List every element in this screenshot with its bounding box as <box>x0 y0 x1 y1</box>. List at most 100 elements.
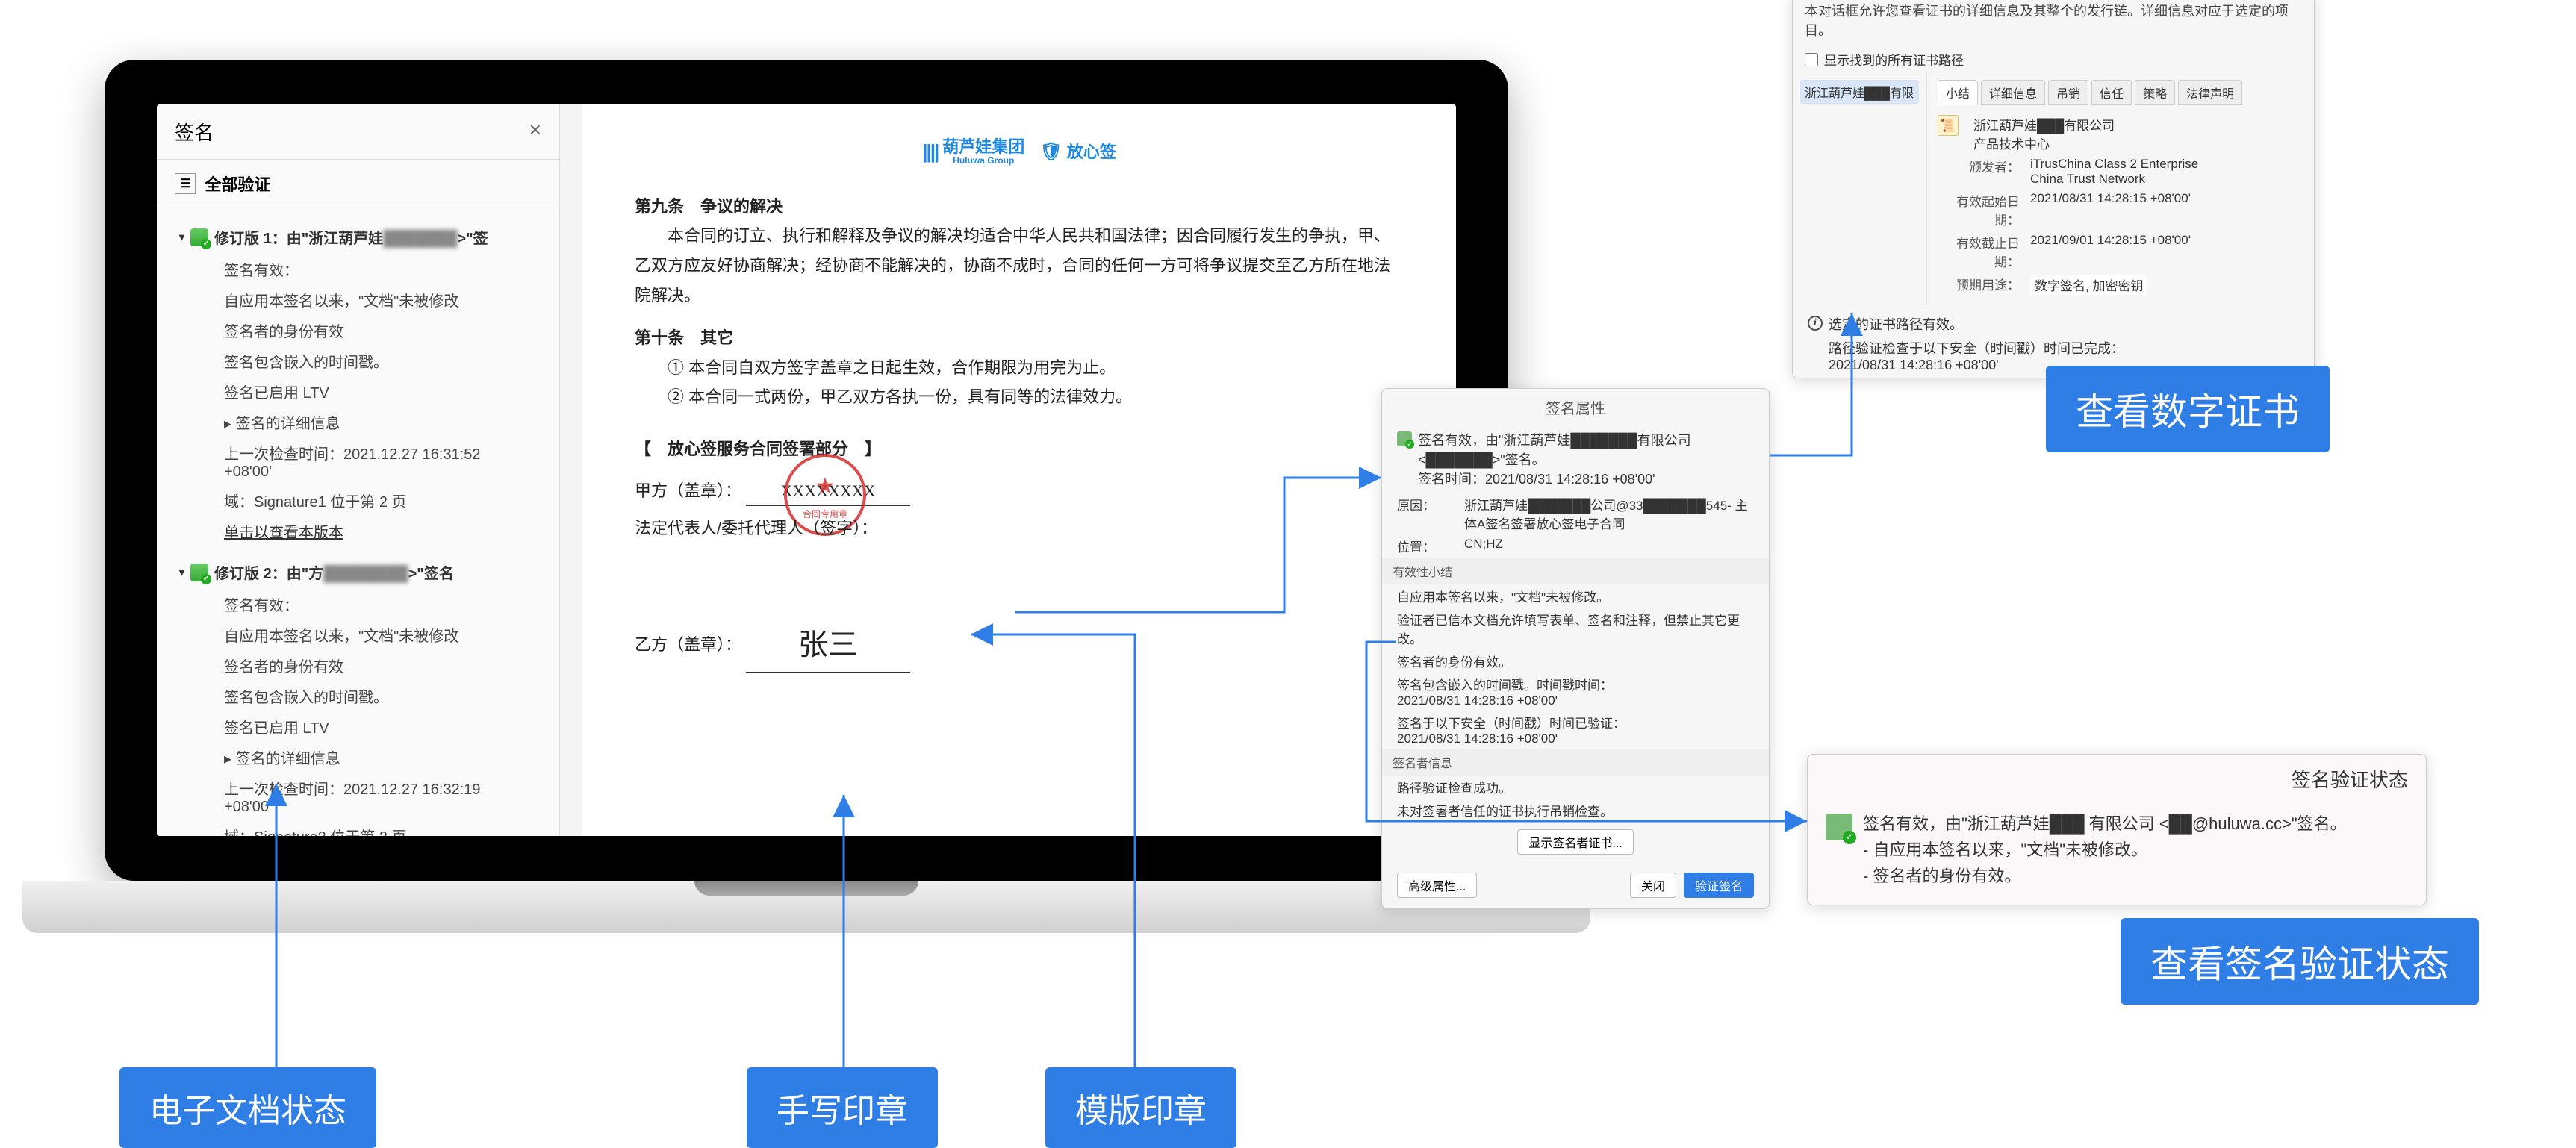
rev1-line: 上一次检查时间：2021.12.27 16:31:52 +08'00' <box>179 437 537 485</box>
rev2-line: 自应用本签名以来，"文档"未被修改 <box>179 620 537 650</box>
list-icon[interactable]: ☰ <box>175 173 196 194</box>
certificate-icon: 📜 <box>1938 115 1959 136</box>
validity-line: 签名者的身份有效。 <box>1382 649 1769 673</box>
cert-dialog-desc: 本对话框允许您查看证书的详细信息及其整个的发行链。详细信息对应于选定的项目。 <box>1793 0 2314 47</box>
rev2-line: 上一次检查时间：2021.12.27 16:32:19 +08'00' <box>179 773 537 820</box>
validity-line: 签名于以下安全（时间戳）时间已验证：2021/08/31 14:28:16 +0… <box>1382 711 1769 749</box>
logo-bars-icon <box>922 134 938 169</box>
document-area: 葫芦娃集团 Huluwa Group 放心签 第九条 争议的解决 本合同的订立、… <box>560 104 1456 836</box>
chevron-down-icon: ▾ <box>179 566 184 578</box>
rev1-view-version-link[interactable]: 单击以查看本版本 <box>179 516 537 546</box>
fangxinqian-logo: 放心签 <box>1039 136 1116 168</box>
rev1-line: 域：Signature1 位于第 2 页 <box>179 485 537 516</box>
panel-body[interactable]: ▾ 修订版 1：由"浙江葫芦娃███████>"签 签名有效： 自应用本签名以来… <box>157 208 559 836</box>
tab-detail[interactable]: 详细信息 <box>1981 80 2045 105</box>
status-title: 签名验证状态 <box>1808 755 2426 803</box>
tab-summary[interactable]: 小结 <box>1938 80 1978 105</box>
label-hand-seal: 手写印章 <box>747 1067 938 1148</box>
sig-props-reason: 原因：浙江葫芦娃███████公司@33███████545- 主体A签名签署放… <box>1382 493 1769 534</box>
signature-status-callout: 签名验证状态 签名有效，由"浙江葫芦娃███ 有限公司 <██@huluwa.c… <box>1807 754 2427 905</box>
signer-section-header: 签名者信息 <box>1382 749 1769 776</box>
status-line: - 签名者的身份有效。 <box>1863 863 2347 889</box>
revision-1-title[interactable]: ▾ 修订版 1：由"浙江葫芦娃███████>"签 <box>179 220 537 254</box>
rev1-line: 签名有效： <box>179 254 537 284</box>
party-a-field: 甲方（盖章）： XXXXXXXX ★ 合同专用章 <box>635 476 1404 507</box>
signature-section-title: 【 放心签服务合同签署部分 】 <box>635 434 1404 464</box>
rev1-line: 签名者的身份有效 <box>179 315 537 346</box>
signature-properties-dialog: 签名属性 签名有效，由"浙江葫芦娃███████有限公司 <███████>"签… <box>1381 388 1770 909</box>
info-icon: i <box>1808 316 1823 331</box>
rev1-details-toggle[interactable]: ▸ 签名的详细信息 <box>179 407 537 437</box>
close-icon[interactable]: × <box>529 118 541 146</box>
status-body: 签名有效，由"浙江葫芦娃███ 有限公司 <██@huluwa.cc>"签名。 … <box>1808 803 2426 905</box>
label-template-seal: 模版印章 <box>1045 1067 1236 1148</box>
section-9-title: 第九条 争议的解决 <box>635 192 1404 222</box>
signature-valid-icon <box>190 564 208 581</box>
document-page[interactable]: 葫芦娃集团 Huluwa Group 放心签 第九条 争议的解决 本合同的订立、… <box>582 104 1456 836</box>
verify-all-label[interactable]: 全部验证 <box>205 172 270 196</box>
section-10-p1: ① 本合同自双方签字盖章之日起生效，合作期限为用完为止。 <box>635 353 1404 383</box>
tab-legal[interactable]: 法律声明 <box>2178 80 2242 105</box>
cert-tree[interactable]: 浙江葫芦娃███有限 <box>1793 72 1927 305</box>
show-all-paths-checkbox[interactable]: 显示找到的所有证书路径 <box>1793 47 2314 72</box>
validity-section-header: 有效性小结 <box>1382 558 1769 584</box>
panel-toolbar: ☰ 全部验证 <box>157 160 559 208</box>
checkbox-input[interactable] <box>1805 53 1818 66</box>
laptop-notch <box>694 881 918 896</box>
party-b-field: 乙方（盖章）： 张三 <box>635 618 1404 673</box>
label-view-status: 查看签名验证状态 <box>2121 918 2479 1005</box>
rev2-line: 域：Signature2 位于第 2 页 <box>179 820 537 836</box>
signer-line: 未对签署者信任的证书执行吊销检查。 <box>1382 799 1769 822</box>
laptop-mockup: 签名 × ☰ 全部验证 ▾ 修订版 1：由"浙江葫芦娃███████>"签 <box>105 60 1508 1030</box>
signature-panel: 签名 × ☰ 全部验证 ▾ 修订版 1：由"浙江葫芦娃███████>"签 <box>157 104 560 836</box>
verify-signature-button[interactable]: 验证签名 <box>1684 873 1754 898</box>
cert-subject: 📜 浙江葫芦娃███有限公司 产品技术中心 <box>1938 113 2303 155</box>
close-button[interactable]: 关闭 <box>1630 873 1676 898</box>
tab-policy[interactable]: 策略 <box>2135 80 2175 105</box>
revision-1: ▾ 修订版 1：由"浙江葫芦娃███████>"签 签名有效： 自应用本签名以来… <box>157 216 559 551</box>
panel-header: 签名 × <box>157 104 559 160</box>
huluwa-logo: 葫芦娃集团 Huluwa Group <box>922 134 1024 169</box>
screen-content: 签名 × ☰ 全部验证 ▾ 修订版 1：由"浙江葫芦娃███████>"签 <box>157 104 1456 836</box>
cert-tabs: 小结 详细信息 吊销 信任 策略 法律声明 <box>1938 80 2303 105</box>
revision-2-title[interactable]: ▾ 修订版 2：由"方████████>"签名 <box>179 555 537 589</box>
signature-valid-icon <box>1826 814 1852 840</box>
rev1-line: 自应用本签名以来，"文档"未被修改 <box>179 284 537 315</box>
cert-tree-item[interactable]: 浙江葫芦娃███有限 <box>1800 80 1919 104</box>
section-9-p1: 本合同的订立、执行和解释及争议的解决均适合中华人民共和国法律；因合同履行发生的争… <box>635 221 1404 310</box>
revision-2: ▾ 修订版 2：由"方████████>"签名 签名有效： 自应用本签名以来，"… <box>157 551 559 836</box>
status-line: - 自应用本签名以来，"文档"未被修改。 <box>1863 837 2347 863</box>
doc-logos: 葫芦娃集团 Huluwa Group 放心签 <box>635 134 1404 169</box>
handwritten-signature[interactable]: 张三 <box>746 618 910 673</box>
legal-rep-field: 法定代表人/委托代理人（签字）： <box>635 514 1404 543</box>
label-view-cert: 查看数字证书 <box>2046 366 2330 452</box>
star-icon: ★ <box>815 467 836 507</box>
sig-props-title: 签名属性 <box>1382 389 1769 425</box>
rev2-line: 签名者的身份有效 <box>179 650 537 681</box>
cert-usage: 预期用途：数字签名, 加密密钥 <box>1938 272 2303 297</box>
label-doc-status: 电子文档状态 <box>119 1067 376 1148</box>
rev1-line: 签名已启用 LTV <box>179 376 537 407</box>
validity-line: 验证者已信本文档允许填写表单、签名和注释，但禁止其它更改。 <box>1382 608 1769 649</box>
validity-line: 签名包含嵌入的时间戳。时间戳时间：2021/08/31 14:28:16 +08… <box>1382 673 1769 711</box>
cert-detail: 小结 详细信息 吊销 信任 策略 法律声明 📜 浙江葫芦娃███有限公司 产品技… <box>1927 72 2314 305</box>
signature-valid-icon <box>1397 431 1412 446</box>
laptop-screen: 签名 × ☰ 全部验证 ▾ 修订版 1：由"浙江葫芦娃███████>"签 <box>105 60 1508 881</box>
tab-trust[interactable]: 信任 <box>2091 80 2132 105</box>
status-line: 签名有效，由"浙江葫芦娃███ 有限公司 <██@huluwa.cc>"签名。 <box>1863 811 2347 837</box>
sig-props-location: 位置：CN;HZ <box>1382 534 1769 558</box>
validity-line: 自应用本签名以来，"文档"未被修改。 <box>1382 584 1769 608</box>
rev2-line: 签名包含嵌入的时间戳。 <box>179 681 537 711</box>
advanced-props-button[interactable]: 高级属性... <box>1397 873 1477 898</box>
cert-valid-to: 有效截止日期：2021/09/01 14:28:15 +08'00' <box>1938 231 2303 272</box>
show-signer-cert-button[interactable]: 显示签名者证书... <box>1517 829 1633 855</box>
section-10-title: 第十条 其它 <box>635 323 1404 353</box>
signer-line: 路径验证检查成功。 <box>1382 776 1769 799</box>
dialog-buttons: 高级属性... 关闭 验证签名 <box>1382 862 1769 908</box>
rev2-line: 签名已启用 LTV <box>179 711 537 742</box>
certificate-viewer-dialog: 本对话框允许您查看证书的详细信息及其整个的发行链。详细信息对应于选定的项目。 显… <box>1792 0 2315 378</box>
cert-valid-from: 有效起始日期：2021/08/31 14:28:15 +08'00' <box>1938 189 2303 231</box>
scroll-margin <box>560 104 582 836</box>
tab-revocation[interactable]: 吊销 <box>2048 80 2088 105</box>
rev2-details-toggle[interactable]: ▸ 签名的详细信息 <box>179 742 537 773</box>
